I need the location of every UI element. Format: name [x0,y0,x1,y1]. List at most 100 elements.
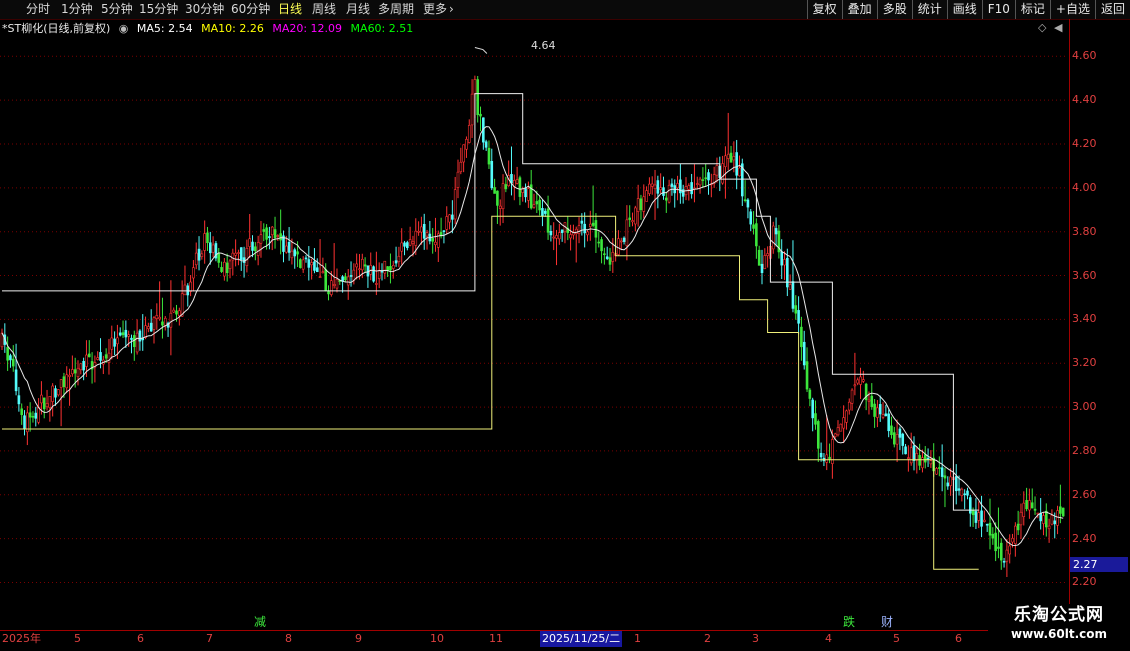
candle-body [208,242,212,254]
candle-body [456,171,460,188]
price-tick-label: 4.40 [1072,93,1097,107]
candle-body [498,205,502,209]
candle-body [1061,507,1065,517]
date-label: 9 [355,632,362,645]
candle-body [59,379,63,388]
candle-body [448,214,451,223]
candle-body [299,259,302,268]
candle-body [1025,500,1028,510]
high-annotation-label: 4.64 [531,39,556,52]
date-axis: 2025年 5 6 7 8 9 10 11 2025/11/25/二 1 2 3… [0,630,1070,651]
candle-body [549,231,553,236]
candle-body [755,223,758,247]
candle-body [873,403,876,417]
candle-body [591,222,595,226]
candle-body [290,250,294,259]
price-tick-label: 2.40 [1072,531,1097,545]
candle-body [1016,523,1020,531]
candle-body [912,445,916,461]
candle-body [163,317,167,326]
candle-body [186,285,190,296]
grid-lines [0,55,1068,583]
candle-body [144,325,147,338]
candle-body [580,220,584,224]
candle-body [118,332,122,336]
candle-body [504,184,508,190]
candle-body [422,224,426,239]
candle-body [453,189,457,220]
candle-body [183,284,187,296]
candle-body [234,252,237,256]
candle-body [802,341,806,366]
candle-body [588,223,592,227]
marker-die[interactable]: 跌 [843,615,855,629]
diamond-icon[interactable]: ◇ [1038,21,1046,34]
candle-body [1047,525,1051,530]
candle-body [577,225,581,234]
candle-body [918,455,921,466]
candle-body [9,355,12,361]
candle-body [349,275,353,277]
candle-body [617,238,620,255]
candle-body [259,234,263,244]
candle-body [870,395,874,407]
candle-body [149,322,153,332]
candle-body [76,367,80,378]
candle-body [704,177,708,180]
marker-cai[interactable]: 财 [881,615,893,629]
candle-body [42,397,46,410]
candle-body [434,241,437,246]
candle-body [1050,515,1054,525]
candle-body [895,434,899,445]
collapse-icon[interactable]: ◀ [1054,21,1062,34]
date-label: 10 [430,632,444,645]
candle-body [313,261,316,271]
candle-body [774,228,778,235]
candle-body [538,199,541,211]
candle-body [420,226,423,233]
marker-jian[interactable]: 减 [254,615,266,629]
candle-body [110,337,114,350]
candle-body [752,224,755,229]
candle-body [974,511,978,523]
candle-body [324,269,328,291]
stock-title[interactable]: *ST柳化(日线,前复权) [2,22,110,35]
candle-body [332,284,336,286]
candle-body [54,388,57,398]
candle-body [622,237,626,242]
price-tick-label: 3.00 [1072,400,1097,414]
candle-body [225,262,229,273]
candle-body [479,113,482,117]
price-tick-label: 2.60 [1072,487,1097,501]
kline-chart[interactable] [0,0,1130,650]
candle-body [121,332,125,336]
candle-body [552,236,556,239]
candle-body [211,244,215,253]
candle-body [391,265,395,269]
candle-body [346,276,350,286]
watermark-url: www.60lt.com [1010,627,1108,641]
candle-body [425,232,429,237]
candle-body [451,214,454,220]
candle-body [293,249,297,257]
price-tick-label: 3.20 [1072,356,1097,370]
candle-body [954,476,958,492]
candle-body [34,412,38,419]
candle-body [957,488,961,491]
candle-body [940,467,944,477]
date-label: 6 [137,632,144,645]
candle-body [659,187,662,191]
step-line-yellow [2,215,979,570]
watermark-title: 乐淘公式网 [1014,605,1104,625]
candle-body [51,385,54,402]
candle-body [344,276,347,281]
candle-body [124,329,128,338]
candle-body [726,153,730,159]
current-price-tag: 2.27 [1070,557,1128,572]
candle-body [814,413,817,425]
settings-icon[interactable]: ◉ [119,22,129,35]
candle-body [352,269,356,281]
candle-body [467,125,471,143]
candle-body [558,232,561,240]
candle-body [31,415,35,418]
